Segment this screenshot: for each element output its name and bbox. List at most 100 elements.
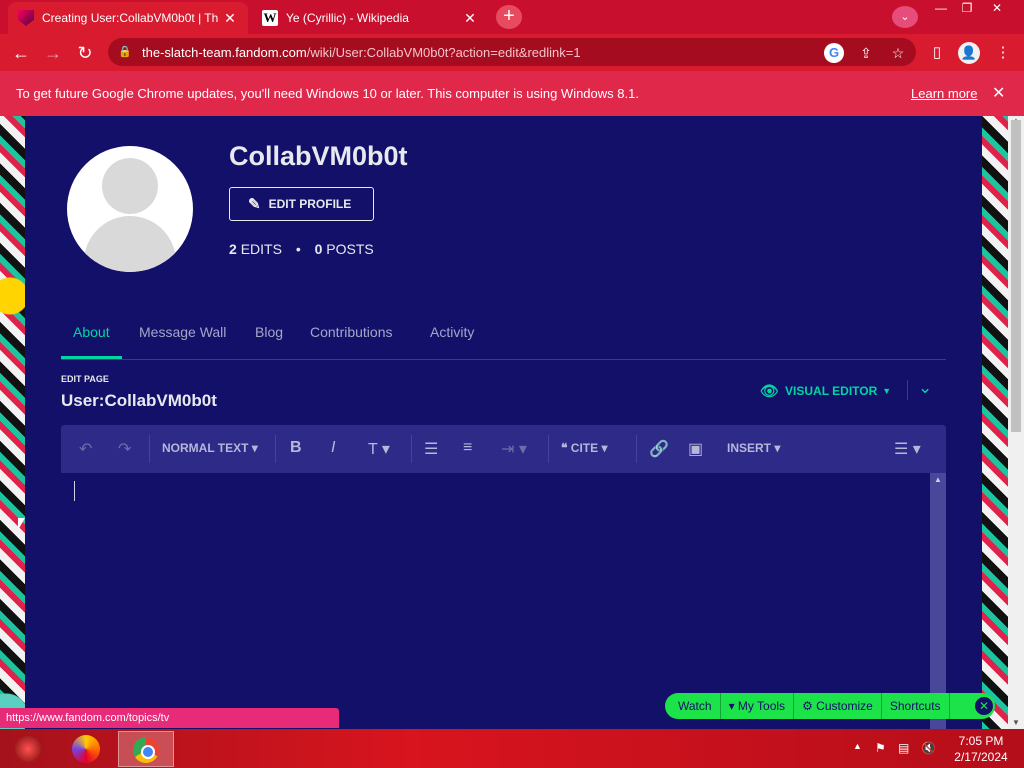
side-panel-icon[interactable]: ▯	[926, 42, 948, 64]
my-tools-button[interactable]: ▾ My Tools	[721, 693, 795, 719]
windows-taskbar: ▲ ⚑ ▤ 🔇 7:05 PM 2/17/2024	[0, 729, 1024, 768]
scroll-down-icon[interactable]: ▼	[1012, 718, 1020, 727]
bookmark-star-icon[interactable]: ☆	[888, 43, 908, 63]
tab-contributions[interactable]: Contributions	[310, 324, 393, 354]
image-icon[interactable]: ▣	[688, 439, 703, 459]
browser-toolbar: ← → ↻ 🔒 the-slatch-team.fandom.com/wiki/…	[0, 34, 1024, 71]
gear-icon: ⚙	[802, 699, 813, 713]
volume-muted-icon[interactable]: 🔇	[921, 741, 936, 755]
customize-button[interactable]: ⚙ Customize	[794, 693, 882, 719]
taskbar-firefox[interactable]	[58, 731, 114, 767]
learn-more-link[interactable]: Learn more	[911, 86, 977, 101]
tab-activity[interactable]: Activity	[430, 324, 474, 354]
bullet-list-icon[interactable]: ☰	[424, 439, 438, 459]
profile-username: CollabVM0b0t	[229, 141, 408, 171]
text-style-dropdown[interactable]: T ▾	[368, 439, 390, 459]
undo-icon[interactable]: ↶	[79, 439, 92, 459]
numbered-list-icon[interactable]: ≡	[463, 439, 472, 457]
tab-strip: Creating User:CollabVM0b0t | Th ✕ W Ye (…	[0, 0, 1024, 34]
close-icon[interactable]: ✕	[222, 10, 238, 27]
share-icon[interactable]: ⇪	[856, 43, 876, 63]
mouse-cursor	[18, 518, 25, 530]
editor-toolbar: ↶ ↷ NORMAL TEXT ▾ B I T ▾ ☰ ≡ ⇥ ▾ ❝ CITE…	[61, 425, 946, 473]
url-path: /wiki/User:CollabVM0b0t?action=edit&redl…	[306, 44, 581, 60]
action-center-flag-icon[interactable]: ⚑	[875, 741, 886, 755]
google-icon[interactable]: G	[824, 43, 844, 63]
browser-tab-fandom[interactable]: Creating User:CollabVM0b0t | Th ✕	[8, 2, 248, 34]
close-icon[interactable]: ✕	[992, 83, 1005, 103]
taskbar-chrome[interactable]	[118, 731, 174, 767]
chevron-down-icon[interactable]: ⌄	[918, 378, 932, 398]
bold-icon[interactable]: B	[290, 439, 302, 457]
tab-title: Ye (Cyrillic) - Wikipedia	[286, 11, 409, 25]
tab-title: Creating User:CollabVM0b0t | Th	[42, 11, 219, 25]
cite-label: CITE	[570, 441, 599, 455]
visual-editor-label: VISUAL EDITOR	[785, 384, 878, 398]
lock-icon: 🔒	[118, 46, 132, 58]
scroll-up-icon[interactable]: ▲	[934, 475, 942, 484]
editor-textarea[interactable]: ▲	[61, 473, 946, 729]
close-icon[interactable]: ✕	[975, 697, 993, 715]
network-icon[interactable]: ▤	[898, 741, 909, 755]
close-icon[interactable]: ✕	[462, 10, 478, 27]
update-infobar: To get future Google Chrome updates, you…	[0, 71, 1024, 116]
watch-button[interactable]: Watch	[665, 693, 721, 719]
menu-kebab-icon[interactable]: ⋮	[992, 42, 1014, 64]
insert-dropdown[interactable]: INSERT ▾	[727, 441, 780, 455]
italic-icon[interactable]: I	[331, 439, 335, 457]
page-title: User:CollabVM0b0t	[61, 391, 217, 410]
visual-editor-dropdown[interactable]: 👁 VISUAL EDITOR ▼	[760, 382, 891, 400]
browser-tab-wikipedia[interactable]: W Ye (Cyrillic) - Wikipedia ✕	[252, 2, 488, 34]
tab-about[interactable]: About	[61, 324, 122, 359]
redo-icon[interactable]: ↷	[118, 439, 131, 459]
minimize-icon[interactable]: —	[928, 0, 954, 18]
avatar	[67, 146, 193, 272]
text-caret	[74, 481, 75, 501]
cite-dropdown[interactable]: ❝ CITE ▾	[561, 441, 608, 455]
taskbar-clock[interactable]: 7:05 PM 2/17/2024	[950, 733, 1012, 765]
scrollbar-thumb[interactable]	[1011, 120, 1021, 432]
tab-message-wall[interactable]: Message Wall	[139, 324, 226, 354]
window-close-icon[interactable]: ✕	[984, 0, 1010, 18]
clock-time: 7:05 PM	[958, 734, 1004, 748]
infobar-message: To get future Google Chrome updates, you…	[16, 86, 639, 101]
normal-text-label: NORMAL TEXT	[162, 441, 249, 455]
back-icon[interactable]: ←	[8, 40, 34, 66]
profile-tabs: About Message Wall Blog Contributions Ac…	[61, 318, 946, 360]
divider	[907, 380, 908, 400]
tab-search-icon[interactable]: ⌄	[892, 6, 918, 28]
page-content: CollabVM0b0t ✎ EDIT PROFILE 2 EDITS • 0 …	[25, 116, 982, 729]
tab-blog[interactable]: Blog	[255, 324, 283, 354]
new-tab-button[interactable]: +	[496, 5, 522, 29]
indent-dropdown[interactable]: ⇥ ▾	[501, 439, 527, 459]
link-icon[interactable]: 🔗	[649, 439, 669, 459]
clock-date: 2/17/2024	[954, 750, 1008, 764]
posts-count: 0	[314, 241, 323, 257]
reload-icon[interactable]: ↻	[72, 40, 98, 66]
paragraph-format-dropdown[interactable]: NORMAL TEXT ▾	[162, 441, 258, 455]
address-bar[interactable]: 🔒 the-slatch-team.fandom.com/wiki/User:C…	[108, 38, 916, 66]
start-button[interactable]	[0, 731, 56, 767]
eye-icon: 👁	[760, 383, 780, 400]
shortcuts-button[interactable]: Shortcuts	[882, 693, 950, 719]
posts-label[interactable]: POSTS	[326, 241, 373, 257]
edits-label[interactable]: EDITS	[241, 241, 282, 257]
edit-profile-button[interactable]: ✎ EDIT PROFILE	[229, 187, 374, 221]
fandom-toolbar: Watch ▾ My Tools ⚙ Customize Shortcuts ✕	[665, 693, 995, 719]
caret-down-icon: ▼	[882, 386, 892, 396]
fandom-icon	[18, 10, 34, 26]
profile-stats: 2 EDITS • 0 POSTS	[229, 241, 374, 257]
page-scrollbar[interactable]: ▲ ▼	[1008, 116, 1024, 729]
url-host: the-slatch-team.fandom.com	[142, 44, 307, 60]
chrome-icon	[133, 737, 159, 763]
start-orb-icon	[15, 736, 41, 762]
restore-icon[interactable]: ❐	[954, 0, 980, 18]
tray-expand-icon[interactable]: ▲	[853, 741, 862, 751]
editor-scrollbar[interactable]: ▲	[930, 473, 946, 729]
edits-count: 2	[229, 241, 237, 257]
my-tools-label: My Tools	[737, 699, 786, 713]
hamburger-menu-icon[interactable]: ☰ ▾	[894, 439, 921, 459]
insert-label: INSERT	[727, 441, 772, 455]
profile-icon[interactable]: 👤	[958, 42, 980, 64]
forward-icon[interactable]: →	[40, 40, 66, 66]
